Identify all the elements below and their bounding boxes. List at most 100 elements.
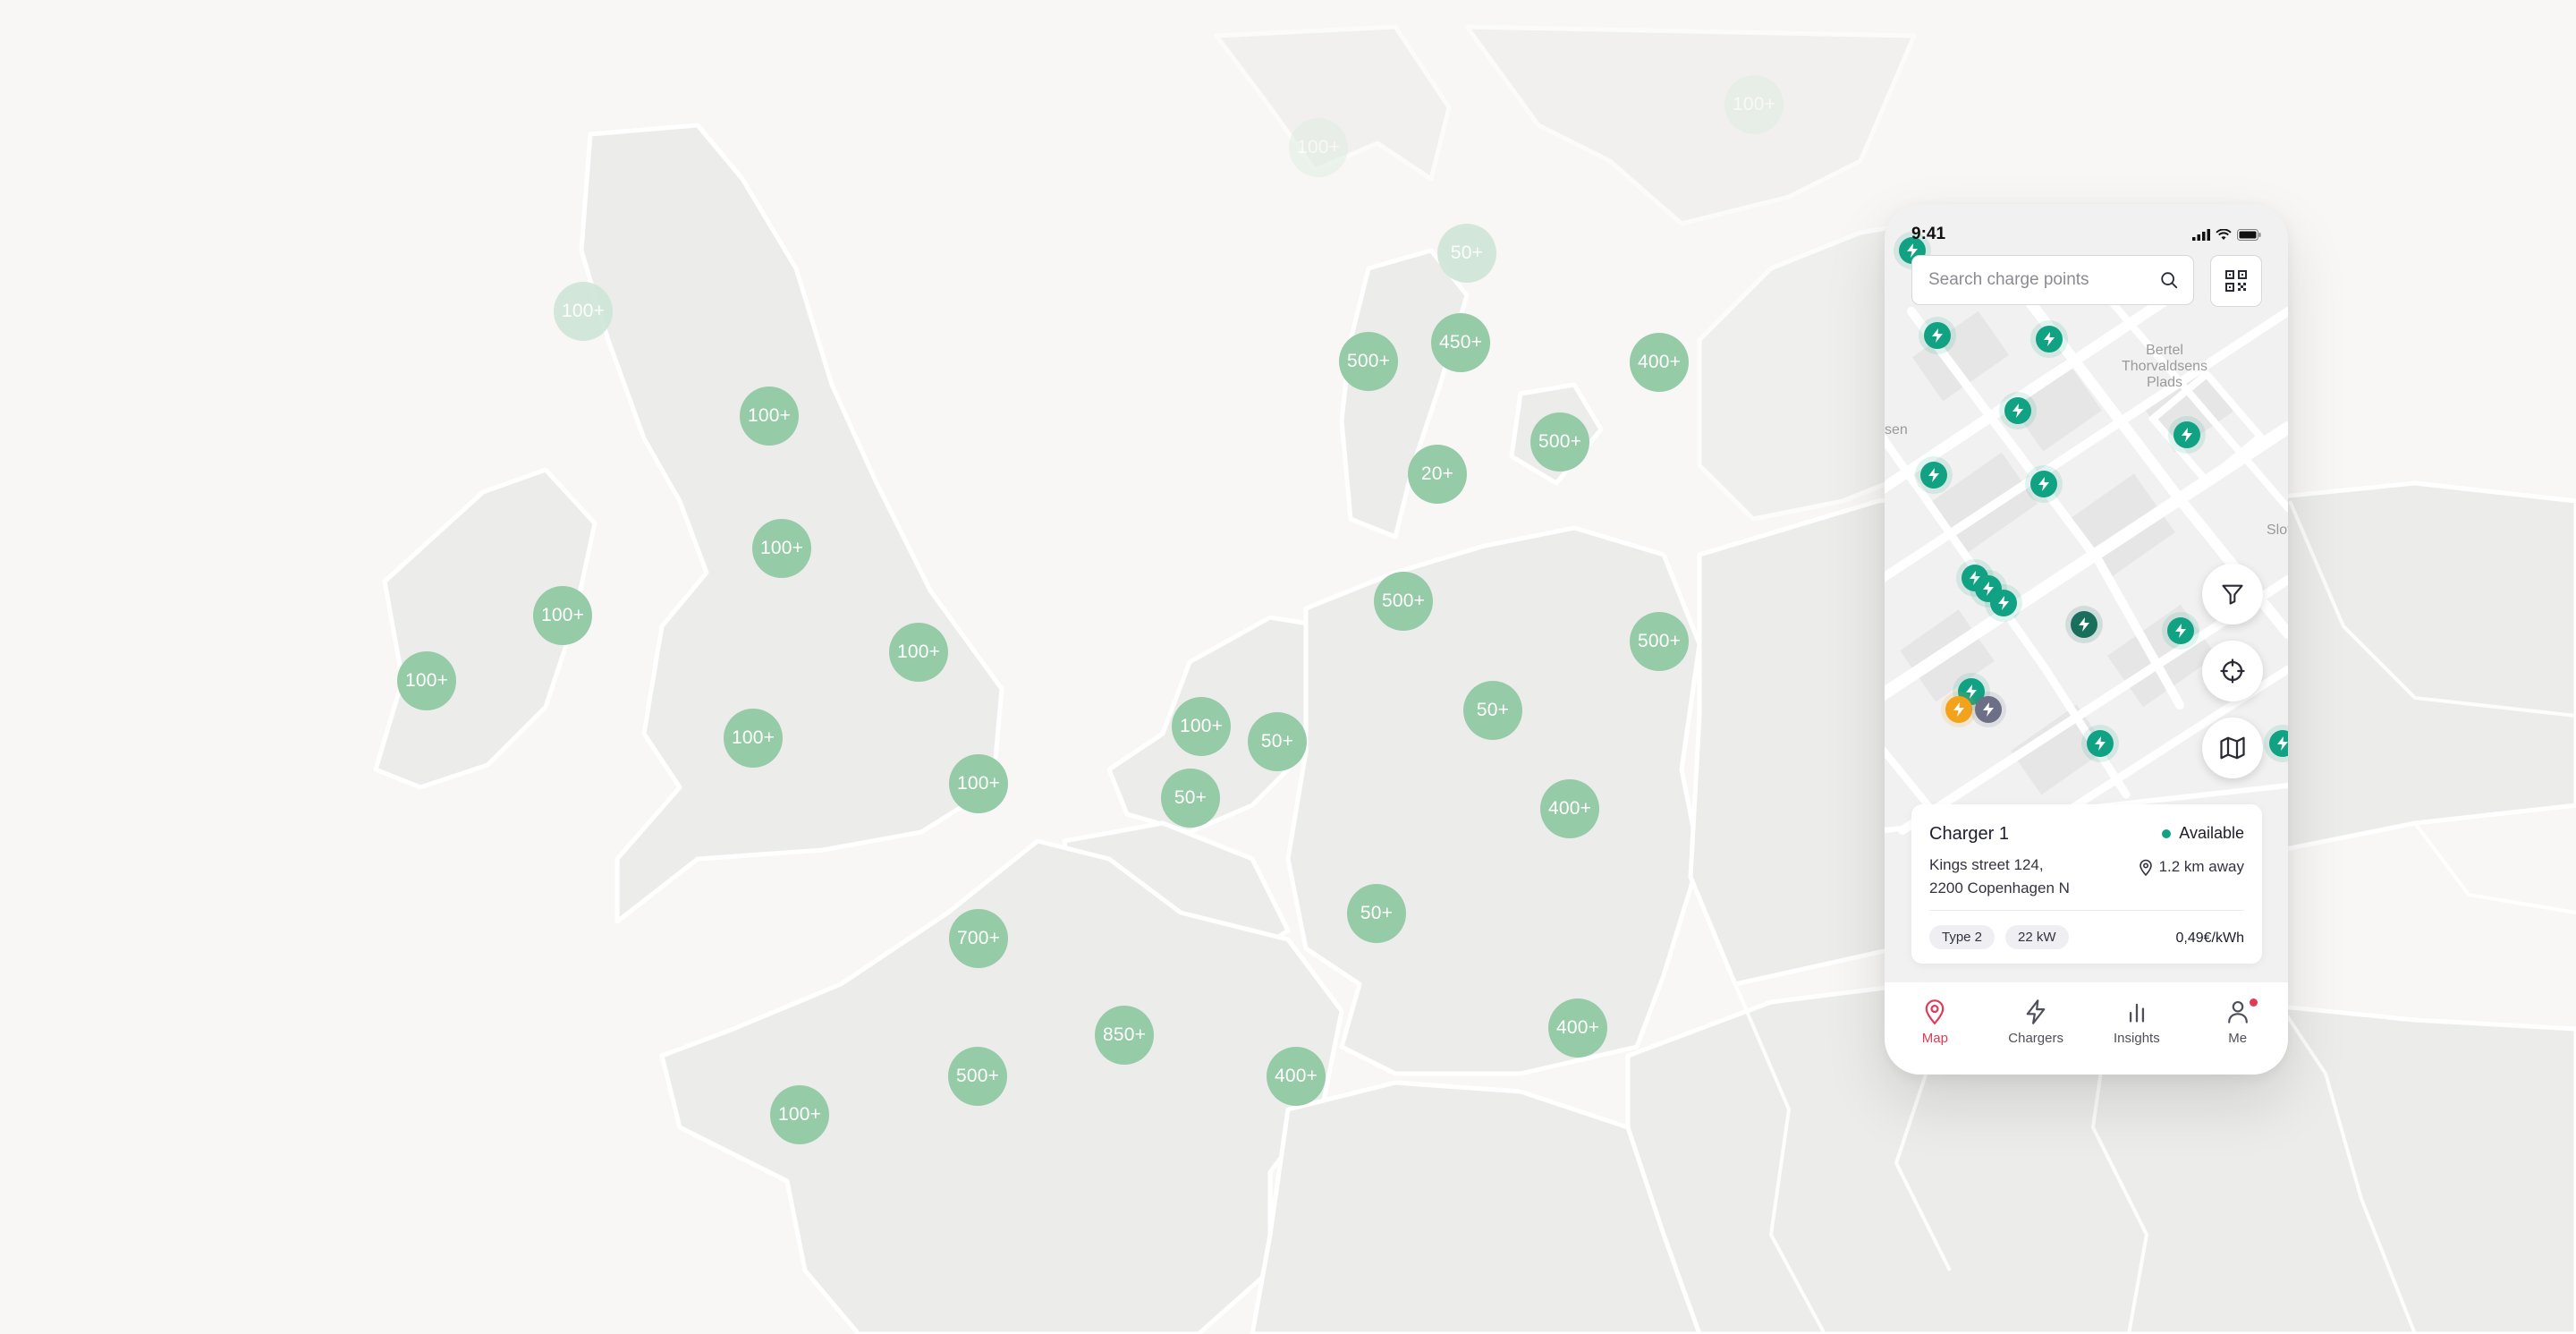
connector-type-chip: Type 2: [1929, 925, 1996, 949]
cluster-marker[interactable]: 50+: [1248, 712, 1307, 771]
charger-address: Kings street 124, 2200 Copenhagen N: [1929, 854, 2070, 900]
filter-icon: [2222, 584, 2243, 605]
cluster-marker[interactable]: 700+: [949, 909, 1008, 968]
battery-icon: [2237, 228, 2261, 241]
map-label-plads: Bertel Thorvaldsens Plads: [2122, 343, 2208, 390]
charger-pin[interactable]: [2167, 617, 2194, 644]
charger-pin[interactable]: [2087, 730, 2114, 757]
charger-distance: 1.2 km away: [2139, 858, 2244, 876]
cluster-marker[interactable]: 100+: [1289, 118, 1348, 177]
cluster-marker[interactable]: 100+: [1724, 75, 1784, 134]
cluster-marker[interactable]: 100+: [949, 754, 1008, 813]
cellular-signal-icon: [2192, 228, 2210, 241]
cluster-marker[interactable]: 50+: [1463, 681, 1522, 740]
card-divider: [1929, 910, 2244, 911]
cluster-marker[interactable]: 500+: [1374, 572, 1433, 631]
map-layers-button[interactable]: [2202, 718, 2263, 778]
location-pin-icon: [2139, 859, 2152, 876]
status-dot: [2162, 828, 2172, 838]
charger-pin[interactable]: [2174, 421, 2200, 448]
cluster-marker[interactable]: 400+: [1267, 1047, 1326, 1106]
charger-pin-busy[interactable]: [1945, 696, 1972, 723]
connector-chips: Type 2 22 kW: [1929, 925, 2069, 949]
wifi-icon: [2216, 228, 2232, 240]
tab-label: Chargers: [2008, 1031, 2063, 1046]
charger-pin[interactable]: [1924, 322, 1951, 349]
tab-map[interactable]: Map: [1894, 998, 1975, 1046]
charger-status: Available: [2162, 824, 2244, 843]
lightning-icon: [2277, 736, 2288, 751]
lightning-icon: [2012, 404, 2023, 418]
map-icon: [2220, 736, 2245, 760]
notification-badge: [2249, 998, 2258, 1007]
cluster-marker[interactable]: 400+: [1548, 998, 1607, 1058]
cluster-marker[interactable]: 500+: [1530, 412, 1589, 472]
lightning-icon: [2079, 617, 2089, 632]
lightning-icon: [1953, 702, 1964, 717]
cluster-marker[interactable]: 400+: [1540, 779, 1599, 838]
search-icon[interactable]: [2159, 270, 2179, 290]
user-icon: [2227, 1000, 2248, 1024]
lightning-icon: [1932, 328, 1943, 343]
cluster-marker[interactable]: 50+: [1161, 769, 1220, 828]
cluster-marker[interactable]: 500+: [1630, 612, 1689, 671]
tab-label: Insights: [2114, 1031, 2160, 1046]
charger-pin[interactable]: [1990, 590, 2017, 616]
search-input[interactable]: Search charge points: [1911, 255, 2194, 305]
address-line-2: 2200 Copenhagen N: [1929, 879, 2070, 896]
status-icons: [2192, 228, 2261, 241]
charger-pin-offline[interactable]: [1975, 696, 2002, 723]
charger-pin[interactable]: [2004, 397, 2031, 424]
cluster-marker[interactable]: 100+: [889, 623, 948, 682]
charger-pin[interactable]: [1920, 462, 1947, 489]
charger-pin[interactable]: [2030, 471, 2057, 497]
charger-price: 0,49€/kWh: [2175, 930, 2244, 946]
cluster-marker[interactable]: 100+: [554, 282, 613, 341]
cluster-marker[interactable]: 100+: [397, 651, 456, 710]
filter-button[interactable]: [2202, 564, 2263, 625]
charger-card[interactable]: Charger 1 Available Kings street 124, 22…: [1911, 804, 2262, 964]
status-bar: 9:41: [1885, 204, 2288, 252]
lightning-icon: [1983, 702, 1994, 717]
cluster-marker[interactable]: 100+: [752, 519, 811, 578]
cluster-marker[interactable]: 100+: [770, 1085, 829, 1144]
cluster-marker[interactable]: 850+: [1095, 1006, 1154, 1065]
tab-me[interactable]: Me: [2198, 998, 2278, 1046]
cluster-marker[interactable]: 100+: [740, 387, 799, 446]
status-text: Available: [2179, 824, 2244, 842]
qr-code-icon: [2225, 270, 2247, 292]
address-line-1: Kings street 124,: [1929, 856, 2044, 873]
lightning-icon: [2095, 736, 2106, 751]
cluster-marker[interactable]: 500+: [1339, 332, 1398, 391]
search-placeholder: Search charge points: [1928, 270, 2089, 289]
lightning-icon: [1928, 468, 1939, 482]
cluster-marker[interactable]: 50+: [1437, 224, 1496, 283]
lightning-icon: [2026, 999, 2046, 1024]
cluster-marker[interactable]: 20+: [1408, 445, 1467, 504]
locate-button[interactable]: [2202, 641, 2263, 701]
lightning-icon: [2182, 428, 2192, 442]
cluster-marker[interactable]: 50+: [1347, 884, 1406, 943]
map-pin-icon: [1926, 999, 1945, 1025]
cluster-marker[interactable]: 100+: [1172, 697, 1231, 756]
cluster-marker[interactable]: 450+: [1431, 313, 1490, 372]
cluster-marker[interactable]: 400+: [1630, 333, 1689, 392]
status-time: 9:41: [1911, 225, 1946, 243]
cluster-marker[interactable]: 100+: [724, 709, 783, 768]
map-label-east: Slot: [2267, 523, 2288, 538]
lightning-icon: [2038, 477, 2049, 491]
lightning-icon: [2044, 332, 2055, 346]
bar-chart-icon: [2129, 1003, 2144, 1023]
lightning-icon: [2175, 624, 2186, 638]
charger-pin[interactable]: [2036, 326, 2063, 353]
map-label-west: sen: [1885, 422, 1908, 438]
charger-pin-selected[interactable]: [2071, 611, 2097, 638]
qr-scan-button[interactable]: [2210, 255, 2262, 307]
cluster-marker[interactable]: 100+: [533, 586, 592, 645]
lightning-icon: [1998, 596, 2009, 610]
tab-insights[interactable]: Insights: [2097, 998, 2177, 1046]
cluster-marker[interactable]: 500+: [948, 1047, 1007, 1106]
lightning-icon: [1966, 684, 1977, 699]
tab-label: Map: [1921, 1031, 1948, 1046]
tab-chargers[interactable]: Chargers: [1996, 998, 2076, 1046]
